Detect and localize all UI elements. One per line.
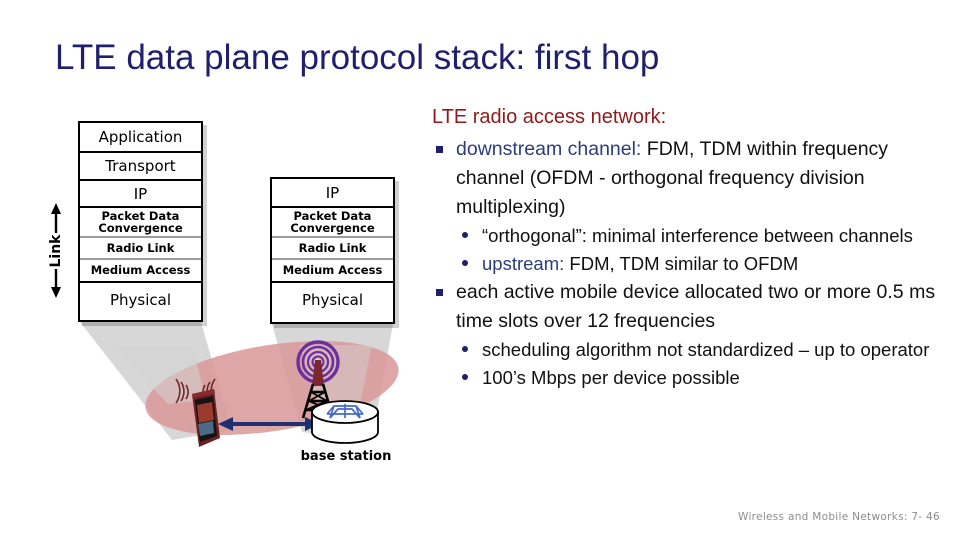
stack-layer-pdcp: Packet Data Convergence bbox=[80, 206, 201, 236]
notes-panel: LTE radio access network: downstream cha… bbox=[432, 106, 948, 392]
round-bullet-icon bbox=[462, 260, 468, 266]
link-bracket-label: Link bbox=[48, 234, 64, 268]
bullet-text: each active mobile device allocated two … bbox=[456, 281, 936, 332]
bs-stack-layer-physical: Physical bbox=[272, 281, 393, 317]
bs-stack-layer-mac: Medium Access bbox=[272, 258, 393, 281]
sub-bullet-list-2: scheduling algorithm not standardized – … bbox=[456, 336, 948, 392]
round-bullet-icon bbox=[462, 374, 468, 380]
bs-stack-layer-pdcp: Packet Data Convergence bbox=[272, 206, 393, 236]
stack-layer-radio-link: Radio Link bbox=[80, 236, 201, 258]
bullet-text: 100’s Mbps per device possible bbox=[482, 367, 740, 388]
bullet-text: scheduling algorithm not standardized – … bbox=[482, 339, 930, 360]
bullet-downstream-channel: downstream channel: FDM, TDM within freq… bbox=[432, 135, 948, 278]
bullet-orthogonal: “orthogonal”: minimal interference betwe… bbox=[456, 222, 948, 250]
slide: LTE data plane protocol stack: first hop bbox=[0, 0, 960, 540]
bullet-time-slots: each active mobile device allocated two … bbox=[432, 278, 948, 392]
stack-layer-transport: Transport bbox=[80, 151, 201, 179]
bullet-scheduling: scheduling algorithm not standardized – … bbox=[456, 336, 948, 364]
stack-layer-mac: Medium Access bbox=[80, 258, 201, 281]
notes-heading: LTE radio access network: bbox=[432, 106, 667, 128]
link-layer-bracket: Link bbox=[44, 203, 68, 298]
base-station-disk-icon bbox=[311, 400, 379, 444]
stack-layer-ip: IP bbox=[80, 179, 201, 206]
bullet-prefix: downstream channel: bbox=[456, 138, 642, 160]
bullet-text: “orthogonal”: minimal interference betwe… bbox=[482, 225, 913, 246]
bullet-text: FDM, TDM similar to OFDM bbox=[564, 253, 799, 274]
square-bullet-icon bbox=[436, 146, 443, 153]
notes-bullet-list: downstream channel: FDM, TDM within freq… bbox=[432, 135, 948, 392]
mobile-protocol-stack: Application Transport IP Packet Data Con… bbox=[78, 121, 203, 322]
bullet-throughput: 100’s Mbps per device possible bbox=[456, 364, 948, 392]
base-station-caption: base station bbox=[300, 449, 392, 464]
square-bullet-icon bbox=[436, 289, 443, 296]
base-station-protocol-stack: IP Packet Data Convergence Radio Link Me… bbox=[270, 177, 395, 324]
round-bullet-icon bbox=[462, 346, 468, 352]
bs-stack-layer-ip: IP bbox=[272, 179, 393, 206]
stack-layer-application: Application bbox=[80, 123, 201, 151]
stack-layer-physical: Physical bbox=[80, 281, 201, 317]
round-bullet-icon bbox=[462, 232, 468, 238]
slide-footer: Wireless and Mobile Networks: 7- 46 bbox=[738, 511, 940, 523]
sub-bullet-list-1: “orthogonal”: minimal interference betwe… bbox=[456, 222, 948, 278]
bullet-prefix: upstream: bbox=[482, 253, 565, 274]
bullet-upstream: upstream: FDM, TDM similar to OFDM bbox=[456, 250, 948, 278]
bs-stack-layer-radio-link: Radio Link bbox=[272, 236, 393, 258]
